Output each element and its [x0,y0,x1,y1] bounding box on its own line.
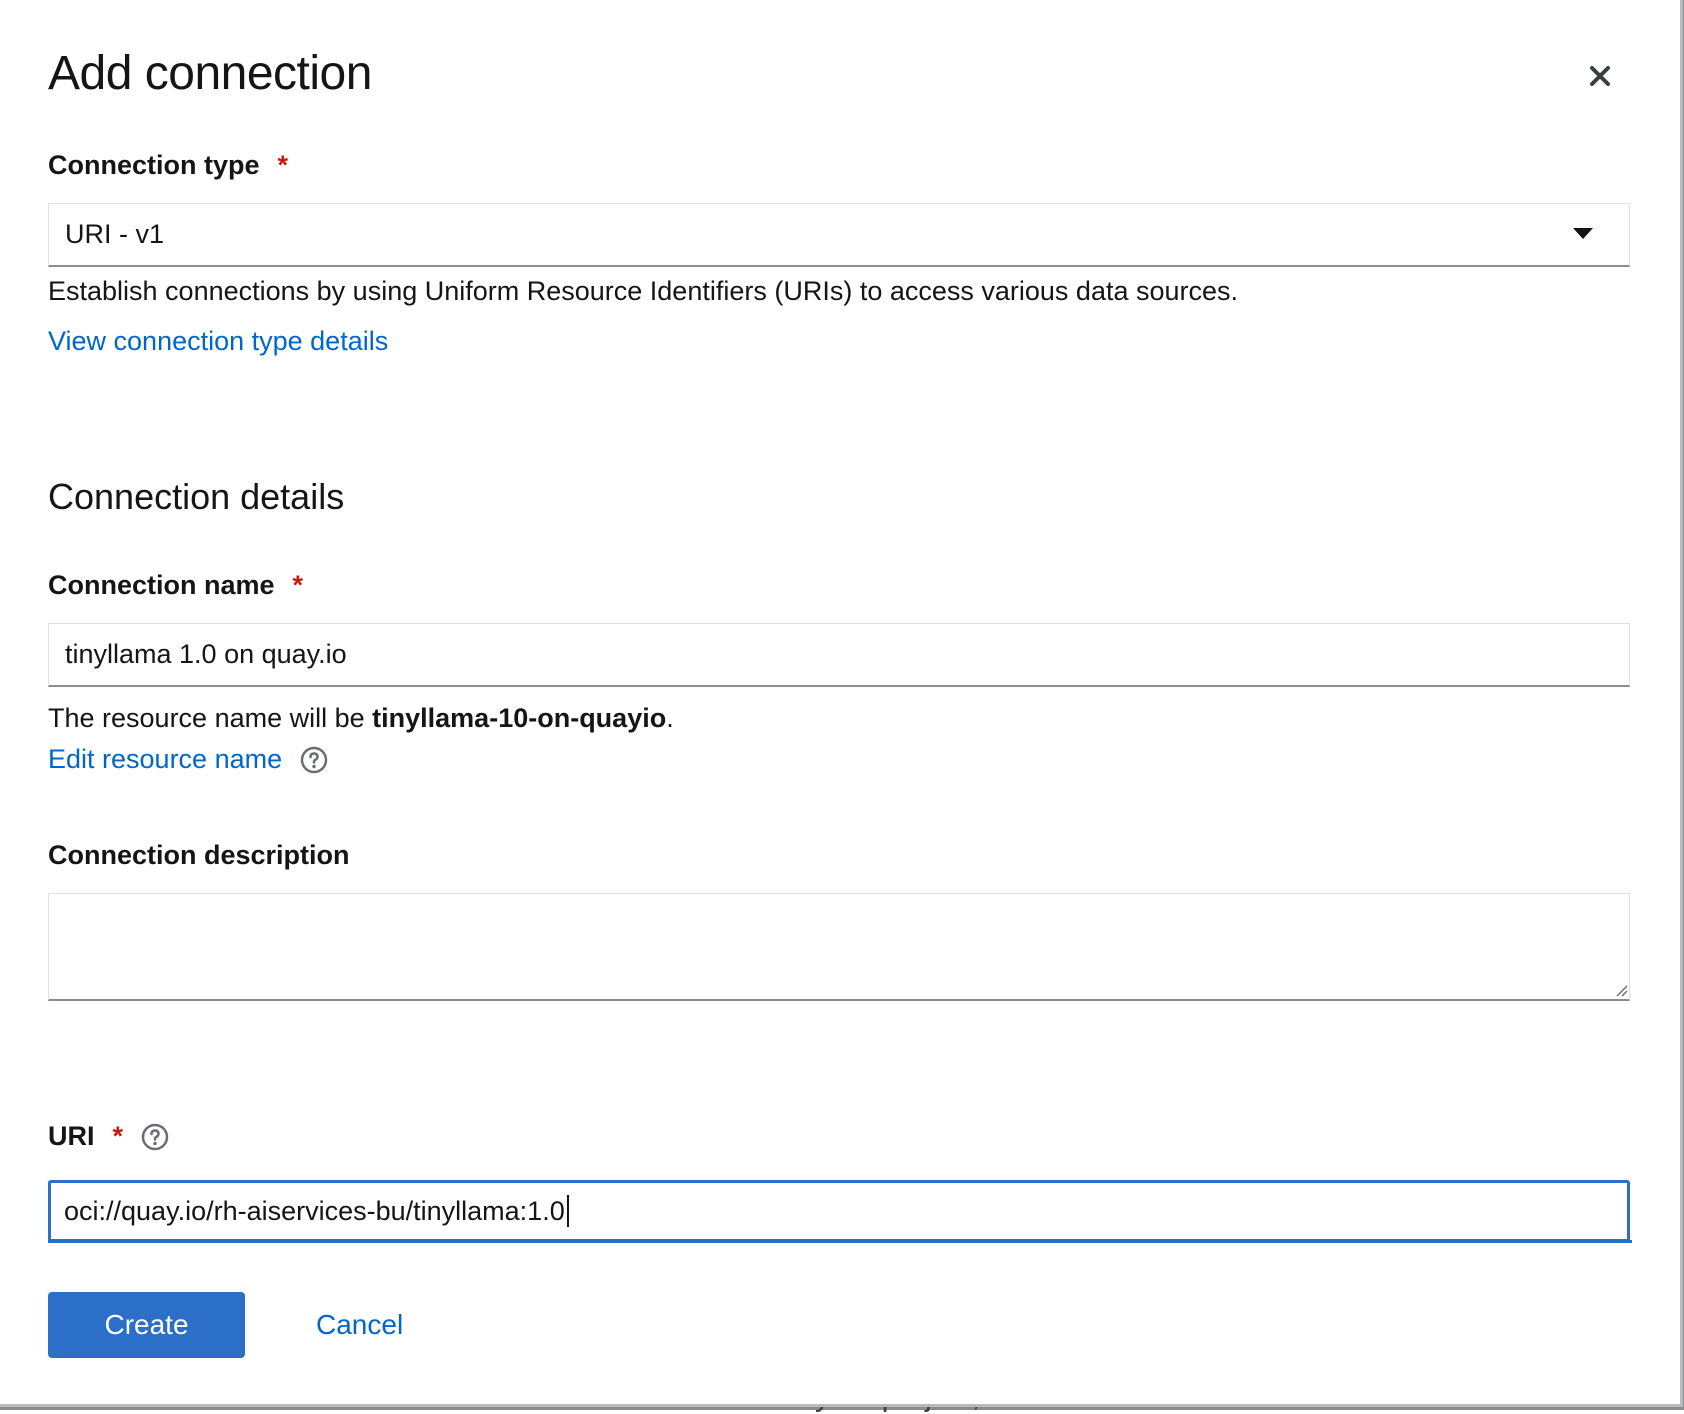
caret-down-icon [1573,228,1593,239]
uri-label-text: URI [48,1121,95,1151]
close-button[interactable] [1582,58,1618,94]
connection-type-label-text: Connection type [48,150,260,180]
required-marker: * [112,1121,124,1151]
view-connection-type-details-link[interactable]: View connection type details [48,326,388,357]
add-connection-modal: Add connection Connection type * URI - v… [0,0,1683,1407]
help-icon[interactable] [141,1123,169,1151]
required-marker: * [292,570,304,600]
uri-input-focus-underline [48,1240,1632,1243]
resource-name-helper: The resource name will be tinyllama-10-o… [48,703,674,734]
help-icon[interactable] [300,746,328,774]
resource-name-value: tinyllama-10-on-quayio [372,703,667,733]
cancel-button[interactable]: Cancel [310,1292,409,1358]
create-button[interactable]: Create [48,1292,245,1358]
resize-grip-icon[interactable] [1614,983,1628,997]
connection-description-label: Connection description [48,840,350,871]
connection-type-label: Connection type * [48,150,288,181]
edit-resource-name-label: Edit resource name [48,744,283,774]
required-marker: * [277,150,289,180]
uri-label: URI * [48,1121,169,1152]
connection-description-textarea[interactable] [48,893,1630,1001]
resource-name-prefix: The resource name will be [48,703,373,733]
connection-name-input[interactable] [48,623,1630,687]
uri-input-value: oci://quay.io/rh-aiservices-bu/tinyllama… [64,1195,565,1226]
resource-name-suffix: . [666,703,674,733]
uri-input[interactable]: oci://quay.io/rh-aiservices-bu/tinyllama… [48,1180,1630,1242]
connection-type-select[interactable]: URI - v1 [48,203,1630,267]
connection-name-label: Connection name * [48,570,303,601]
connection-details-heading: Connection details [48,476,345,517]
text-cursor [566,1195,569,1227]
connection-type-description: Establish connections by using Uniform R… [48,276,1239,306]
connection-description-label-text: Connection description [48,840,350,870]
modal-title: Add connection [48,47,372,100]
edit-resource-name-link[interactable]: Edit resource name [48,744,328,775]
connection-name-label-text: Connection name [48,570,275,600]
close-icon [1590,66,1610,86]
connection-type-selected-value: URI - v1 [65,219,165,249]
